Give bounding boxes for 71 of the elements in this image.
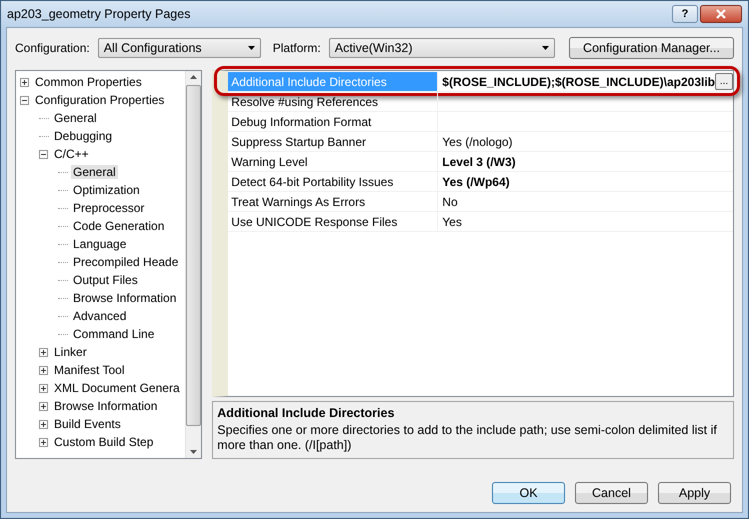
- property-row[interactable]: Use UNICODE Response Files Yes: [228, 212, 733, 232]
- configuration-dropdown[interactable]: All Configurations: [98, 38, 261, 58]
- property-row[interactable]: Detect 64-bit Portability Issues Yes (/Wp64): [228, 172, 733, 192]
- tree-item[interactable]: Debugging: [52, 129, 114, 143]
- tree-item[interactable]: Linker: [52, 345, 89, 359]
- property-row[interactable]: Suppress Startup Banner Yes (/nologo): [228, 132, 733, 152]
- configuration-manager-button[interactable]: Configuration Manager...: [569, 37, 734, 59]
- property-row[interactable]: Treat Warnings As Errors No: [228, 192, 733, 212]
- collapse-icon[interactable]: [39, 150, 48, 158]
- expand-icon[interactable]: [39, 420, 48, 428]
- dialog-button[interactable]: OK: [492, 482, 565, 504]
- dropdown-arrow-icon: [248, 46, 255, 50]
- description-title: Additional Include Directories: [217, 406, 396, 420]
- window-title: ap203_geometry Property Pages: [7, 7, 190, 21]
- property-name[interactable]: Suppress Startup Banner: [228, 132, 438, 151]
- tree-item[interactable]: Browse Information: [71, 291, 178, 305]
- tree-item[interactable]: General: [52, 111, 99, 125]
- tree-item[interactable]: Build Events: [52, 417, 123, 431]
- dropdown-arrow-icon: [542, 46, 549, 50]
- close-icon: [715, 9, 727, 19]
- property-name[interactable]: Warning Level: [228, 152, 438, 171]
- property-value: No: [442, 194, 458, 208]
- tree-item[interactable]: Precompiled Heade: [71, 255, 180, 269]
- tree-item[interactable]: C/C++: [52, 147, 91, 161]
- scrollbar[interactable]: [185, 71, 202, 458]
- platform-label: Platform:: [272, 41, 321, 55]
- close-button[interactable]: [700, 5, 742, 23]
- help-button[interactable]: ?: [672, 5, 698, 23]
- tree-item[interactable]: Language: [71, 237, 128, 251]
- tree-item[interactable]: Advanced: [71, 309, 128, 323]
- scroll-down-icon[interactable]: [190, 450, 198, 454]
- tree-item[interactable]: General: [71, 165, 118, 179]
- property-name[interactable]: Treat Warnings As Errors: [228, 192, 438, 211]
- tree-item[interactable]: Preprocessor: [71, 201, 146, 215]
- tree-item[interactable]: Optimization: [71, 183, 142, 197]
- property-name[interactable]: Use UNICODE Response Files: [228, 212, 438, 231]
- expand-icon[interactable]: [39, 366, 48, 374]
- property-row[interactable]: Warning Level Level 3 (/W3): [228, 152, 733, 172]
- property-row[interactable]: Debug Information Format: [228, 112, 733, 132]
- property-name[interactable]: Detect 64-bit Portability Issues: [228, 172, 438, 191]
- property-value: $(ROSE_INCLUDE);$(ROSE_INCLUDE)\ap203lib: [442, 74, 715, 88]
- expand-icon[interactable]: [39, 384, 48, 392]
- tree-item[interactable]: Common Properties: [33, 75, 144, 89]
- property-row[interactable]: Resolve #using References: [228, 92, 733, 112]
- property-value: Yes (/Wp64): [442, 174, 510, 188]
- configuration-label: Configuration:: [15, 41, 90, 55]
- expand-icon[interactable]: [39, 438, 48, 446]
- expand-icon[interactable]: [39, 348, 48, 356]
- tree-item[interactable]: Custom Build Step: [52, 435, 156, 449]
- platform-dropdown[interactable]: Active(Win32): [328, 38, 555, 58]
- tree-item[interactable]: XML Document Genera: [52, 381, 182, 395]
- property-name[interactable]: Debug Information Format: [228, 112, 438, 131]
- property-value: Level 3 (/W3): [442, 154, 516, 168]
- scroll-up-icon[interactable]: [190, 75, 198, 79]
- dialog-button[interactable]: Apply: [658, 482, 731, 504]
- tree-item[interactable]: Browse Information: [52, 399, 160, 413]
- description-text: Specifies one or more directories to add to the include path; use semi-colon delimited list if more than one. (/I[path]): [217, 423, 718, 453]
- expand-icon[interactable]: [20, 78, 29, 86]
- browse-button[interactable]: ...: [715, 73, 733, 90]
- collapse-icon[interactable]: [20, 96, 29, 104]
- property-row[interactable]: Additional Include Directories $(ROSE_INCLUDE);$(ROSE_INCLUDE)\ap203lib ...: [228, 72, 733, 92]
- dialog-button[interactable]: Cancel: [575, 482, 648, 504]
- tree-item[interactable]: Code Generation: [71, 219, 166, 233]
- tree-item[interactable]: Manifest Tool: [52, 363, 126, 377]
- property-value: Yes (/nologo): [442, 134, 513, 148]
- tree-item[interactable]: Configuration Properties: [33, 93, 166, 107]
- property-value: Yes: [442, 214, 462, 228]
- expand-icon[interactable]: [39, 402, 48, 410]
- tree-item[interactable]: Command Line: [71, 327, 156, 341]
- tree-item[interactable]: Output Files: [71, 273, 140, 287]
- property-name[interactable]: Resolve #using References: [228, 92, 438, 111]
